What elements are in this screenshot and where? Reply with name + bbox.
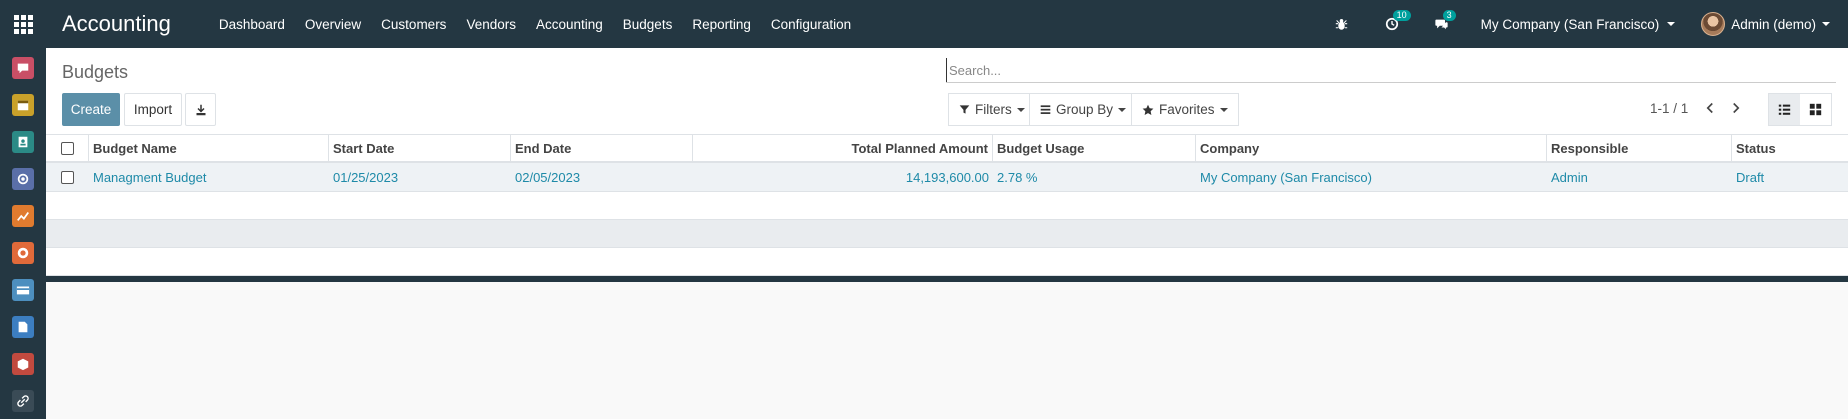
menu-item-overview[interactable]: Overview [295, 17, 371, 32]
pager-previous-icon[interactable] [1702, 100, 1718, 116]
messages-badge: 3 [1442, 10, 1456, 21]
kanban-view-icon [1809, 103, 1822, 116]
total-planned-cell[interactable]: 14,193,600.00 [693, 163, 993, 191]
column-header-start-date[interactable]: Start Date [329, 135, 511, 161]
empty-row [46, 248, 1848, 276]
favorites-dropdown[interactable]: Favorites [1131, 93, 1239, 126]
star-icon [1142, 104, 1154, 115]
empty-row [46, 220, 1848, 248]
discuss-icon[interactable] [12, 57, 34, 79]
user-menu[interactable]: Admin (demo) [1701, 12, 1830, 36]
main-menu: Dashboard Overview Customers Vendors Acc… [209, 17, 861, 32]
responsible-cell[interactable]: Admin [1547, 163, 1732, 191]
empty-row [46, 192, 1848, 220]
breadcrumb: Budgets [62, 62, 129, 82]
filter-icon [959, 105, 970, 114]
list-view-icon [1778, 104, 1791, 115]
messages-chat-icon[interactable]: 3 [1431, 10, 1456, 35]
select-all-cell [46, 135, 89, 161]
app-title[interactable]: Accounting [62, 11, 171, 37]
caret-down-icon [1822, 22, 1830, 26]
control-panel: Budgets Create Import Filters Group By F… [46, 48, 1848, 135]
kanban-view-button[interactable] [1800, 94, 1831, 125]
invoicing-icon[interactable] [12, 279, 34, 301]
activities-clock-icon[interactable]: 10 [1381, 10, 1411, 35]
column-header-company[interactable]: Company [1196, 135, 1547, 161]
menu-item-accounting[interactable]: Accounting [526, 17, 613, 32]
menu-item-vendors[interactable]: Vendors [456, 17, 526, 32]
calendar-icon[interactable] [12, 94, 34, 116]
crm-icon[interactable] [12, 168, 34, 190]
start-date-cell[interactable]: 01/25/2023 [329, 163, 511, 191]
pager-next-icon[interactable] [1728, 100, 1744, 116]
website-icon[interactable] [12, 242, 34, 264]
status-cell[interactable]: Draft [1732, 163, 1848, 191]
view-switcher [1768, 93, 1832, 126]
select-all-checkbox[interactable] [60, 141, 74, 155]
export-download-button[interactable] [185, 93, 216, 126]
app-dock [0, 48, 46, 419]
caret-down-icon [1219, 107, 1228, 112]
end-date-cell[interactable]: 02/05/2023 [511, 163, 693, 191]
documents-icon[interactable] [12, 316, 34, 338]
list-bars-icon [1040, 105, 1051, 114]
list-view-button[interactable] [1769, 94, 1800, 125]
caret-down-icon [1667, 22, 1676, 26]
company-cell[interactable]: My Company (San Francisco) [1196, 163, 1547, 191]
row-checkbox[interactable] [61, 170, 74, 184]
column-header-end-date[interactable]: End Date [511, 135, 693, 161]
column-header-responsible[interactable]: Responsible [1547, 135, 1732, 161]
groupby-dropdown[interactable]: Group By [1029, 93, 1138, 126]
search-bar [946, 58, 1836, 83]
menu-item-reporting[interactable]: Reporting [682, 17, 761, 32]
company-switcher[interactable]: My Company (San Francisco) [1481, 17, 1676, 32]
column-header-budget-name[interactable]: Budget Name [89, 135, 329, 161]
pager-value[interactable]: 1-1 / 1 [1650, 101, 1688, 116]
download-icon [196, 104, 205, 115]
budget-list-table: Budget Name Start Date End Date Total Pl… [46, 135, 1848, 282]
contacts-icon[interactable] [12, 131, 34, 153]
avatar [1701, 12, 1726, 36]
systray: 10 3 My Company (San Francisco) Admin (d… [1331, 0, 1848, 48]
apps-menu-icon[interactable] [0, 0, 46, 48]
link-icon[interactable] [12, 390, 34, 412]
menu-item-configuration[interactable]: Configuration [761, 17, 861, 32]
column-header-total-planned[interactable]: Total Planned Amount [693, 135, 993, 161]
user-name: Admin (demo) [1731, 16, 1816, 32]
table-row[interactable]: Managment Budget 01/25/2023 02/05/2023 1… [46, 163, 1848, 192]
menu-item-budgets[interactable]: Budgets [613, 17, 683, 32]
activities-badge: 10 [1392, 10, 1411, 21]
table-header-row: Budget Name Start Date End Date Total Pl… [46, 135, 1848, 163]
search-input[interactable] [946, 58, 1836, 82]
menu-item-customers[interactable]: Customers [371, 17, 456, 32]
filters-dropdown[interactable]: Filters [948, 93, 1036, 126]
company-name: My Company (San Francisco) [1480, 16, 1660, 32]
inventory-icon[interactable] [12, 353, 34, 375]
filters-label: Filters [975, 102, 1012, 117]
debug-bug-icon[interactable] [1331, 13, 1353, 35]
budget-usage-cell[interactable]: 2.78 % [993, 163, 1196, 191]
column-header-status[interactable]: Status [1732, 135, 1848, 161]
caret-down-icon [1016, 107, 1025, 112]
top-navbar: Accounting Dashboard Overview Customers … [0, 0, 1848, 48]
groupby-label: Group By [1056, 102, 1114, 117]
column-header-budget-usage[interactable]: Budget Usage [993, 135, 1196, 161]
caret-down-icon [1118, 107, 1127, 112]
import-button[interactable]: Import [124, 93, 182, 126]
main-content: Budgets Create Import Filters Group By F… [46, 48, 1848, 419]
row-select-cell [46, 163, 89, 191]
favorites-label: Favorites [1159, 102, 1215, 117]
menu-item-dashboard[interactable]: Dashboard [209, 17, 295, 32]
budget-name-cell[interactable]: Managment Budget [89, 163, 329, 191]
table-footer [46, 276, 1848, 282]
create-button[interactable]: Create [62, 93, 120, 126]
sales-icon[interactable] [12, 205, 34, 227]
